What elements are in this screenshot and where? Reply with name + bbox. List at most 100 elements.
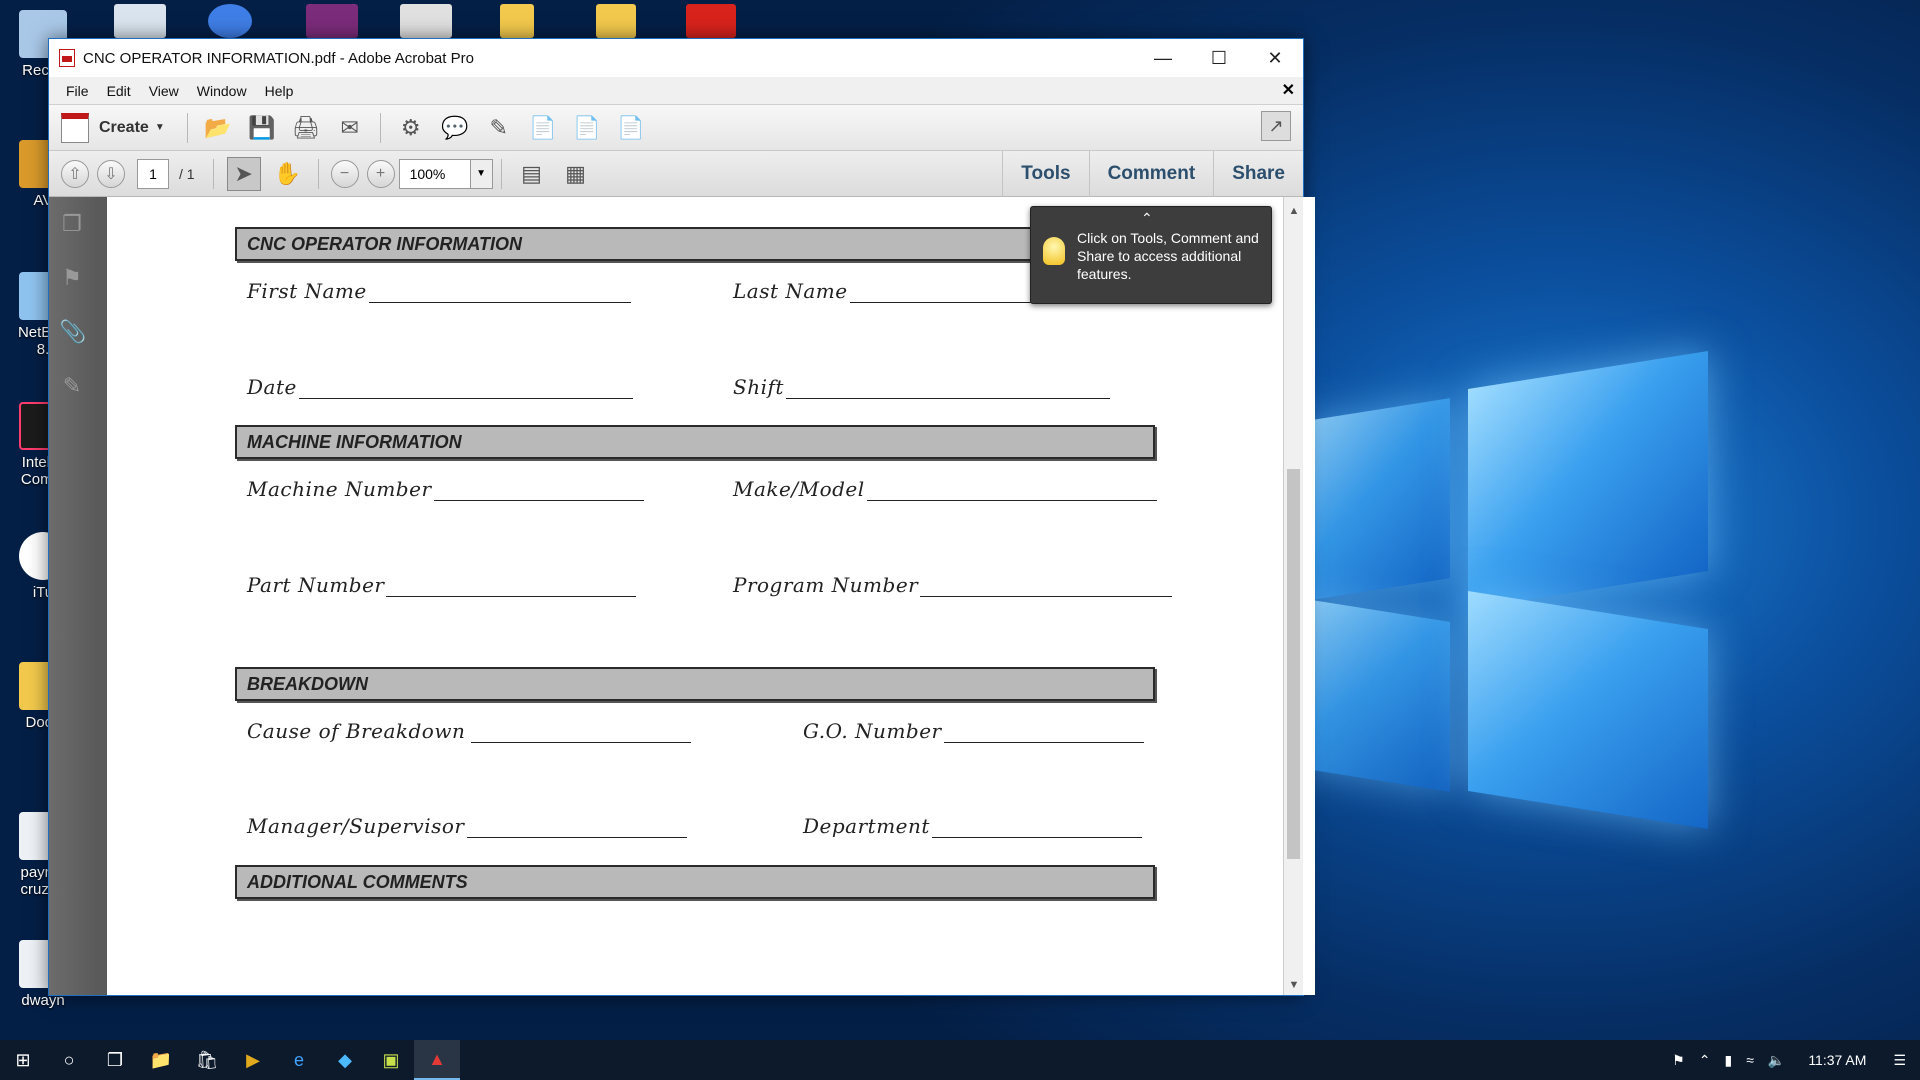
scrolling-mode-icon[interactable]: ▤	[515, 157, 549, 191]
tab-share[interactable]: Share	[1213, 151, 1303, 197]
zoom-in-icon[interactable]: +	[366, 159, 395, 188]
document-area: ❐ ⚑ 📎 ✎ CNC OPERATOR INFORMATION First N…	[49, 197, 1315, 995]
edge-browser-icon[interactable]: e	[276, 1040, 322, 1080]
vertical-scrollbar[interactable]: ▲ ▼	[1283, 197, 1303, 995]
section-header: ADDITIONAL COMMENTS	[235, 865, 1155, 899]
task-view-icon[interactable]: ❐	[92, 1040, 138, 1080]
app-diamond-icon[interactable]: ◆	[322, 1040, 368, 1080]
toolbar-separator	[212, 158, 214, 189]
fit-page-icon[interactable]: ▦	[559, 157, 593, 191]
menu-window[interactable]: Window	[188, 83, 256, 99]
previous-page-icon[interactable]: ⇧	[61, 159, 89, 188]
page-total: / 1	[179, 165, 195, 182]
page-thumbnails-icon[interactable]: ❐	[59, 211, 85, 237]
desktop-icon-top-1[interactable]	[114, 4, 166, 38]
scroll-down-arrow-icon[interactable]: ▼	[1284, 979, 1304, 991]
toolbar-separator	[186, 112, 188, 143]
media-player-icon[interactable]: ▶	[230, 1040, 276, 1080]
muse-app-icon[interactable]: ▣	[368, 1040, 414, 1080]
email-icon[interactable]: ✉	[333, 111, 367, 145]
field-part-number[interactable]: Part Number	[247, 573, 637, 597]
field-go-number[interactable]: G.O. Number	[803, 719, 1144, 743]
window-title: CNC OPERATOR INFORMATION.pdf - Adobe Acr…	[83, 49, 474, 67]
toolbar-separator	[379, 112, 381, 143]
start-windows-icon[interactable]: ⊞	[0, 1040, 46, 1080]
print-icon[interactable]: 🖨	[289, 111, 323, 145]
scroll-up-arrow-icon[interactable]: ▲	[1284, 205, 1304, 217]
hand-tool-icon[interactable]: ✋	[271, 157, 305, 191]
show-hidden-icons-chevron-icon[interactable]: ⌃	[1699, 1052, 1711, 1069]
fullscreen-expand-icon[interactable]: ↗	[1261, 111, 1291, 141]
acrobat-taskbar-icon[interactable]: ▲	[414, 1040, 460, 1080]
volume-icon[interactable]: 🔈	[1768, 1052, 1785, 1069]
tab-comment[interactable]: Comment	[1088, 151, 1214, 197]
sign-document-icon[interactable]: 📄	[526, 111, 560, 145]
desktop-icon-top-pdf[interactable]	[686, 4, 736, 38]
battery-icon[interactable]: ▮	[1724, 1052, 1732, 1069]
field-cause-of-breakdown[interactable]: Cause of Breakdown	[247, 719, 692, 743]
main-toolbar: Create ▼ 📂 💾 🖨 ✉ ⚙ 💬 ✎ 📄 📄 📄 ↗	[49, 105, 1303, 151]
field-machine-number[interactable]: Machine Number	[247, 477, 644, 501]
zoom-out-icon[interactable]: −	[330, 159, 359, 188]
export-document-icon[interactable]: 📄	[570, 111, 604, 145]
desktop-icon-top-5[interactable]	[500, 4, 534, 38]
system-tray: ⚑ ⌃ ▮ ≈ 🔈 11:37 AM ☰	[1665, 1040, 1920, 1080]
field-program-number[interactable]: Program Number	[733, 573, 1173, 597]
menu-file[interactable]: File	[57, 83, 98, 99]
toolbar-separator	[317, 158, 319, 189]
field-date[interactable]: Date	[247, 375, 633, 399]
action-center-icon[interactable]: ☰	[1893, 1052, 1906, 1069]
tray-app-icon[interactable]: ⚑	[1672, 1052, 1685, 1069]
attachments-paperclip-icon[interactable]: 📎	[59, 319, 86, 345]
field-make-model[interactable]: Make/Model	[733, 477, 1157, 501]
menu-edit[interactable]: Edit	[98, 83, 140, 99]
desktop-icon-top-2[interactable]	[208, 4, 252, 38]
scrollbar-thumb[interactable]	[1287, 469, 1300, 859]
search-cortana-icon[interactable]: ○	[46, 1040, 92, 1080]
desktop-icon-top-3[interactable]	[306, 4, 358, 38]
tooltip-text: Click on Tools, Comment and Share to acc…	[1077, 230, 1259, 282]
create-button[interactable]: Create ▼	[61, 112, 165, 143]
signatures-icon[interactable]: ✎	[59, 373, 85, 399]
title-bar[interactable]: CNC OPERATOR INFORMATION.pdf - Adobe Acr…	[49, 39, 1303, 77]
settings-gear-icon[interactable]: ⚙	[394, 111, 428, 145]
toolbar-separator	[500, 158, 502, 189]
clock-time[interactable]: 11:37 AM	[1808, 1052, 1866, 1068]
bookmarks-icon[interactable]: ⚑	[59, 265, 85, 291]
wifi-icon[interactable]: ≈	[1746, 1052, 1754, 1068]
zoom-dropdown-icon[interactable]: ▼	[470, 158, 493, 189]
select-cursor-icon[interactable]: ➤	[226, 156, 261, 191]
section-header: BREAKDOWN	[235, 667, 1155, 701]
field-manager-supervisor[interactable]: Manager/Supervisor	[247, 814, 687, 838]
navigation-toolbar: ⇧ ⇩ 1 / 1 ➤ ✋ − + 100% ▼ ▤ ▦ Tools Comme…	[49, 151, 1303, 197]
share-document-icon[interactable]: 📄	[614, 111, 648, 145]
desktop-icon-top-4[interactable]	[400, 4, 452, 38]
tab-tools[interactable]: Tools	[1002, 151, 1088, 197]
lightbulb-icon	[1043, 237, 1065, 265]
field-shift[interactable]: Shift	[733, 375, 1110, 399]
menu-view[interactable]: View	[140, 83, 188, 99]
close-button[interactable]: ✕	[1247, 39, 1303, 77]
highlight-edit-icon[interactable]: ✎	[482, 111, 516, 145]
open-folder-icon[interactable]: 📂	[201, 111, 235, 145]
section-header: MACHINE INFORMATION	[235, 425, 1155, 459]
file-explorer-icon[interactable]: 📁	[138, 1040, 184, 1080]
next-page-icon[interactable]: ⇩	[97, 159, 125, 188]
comment-bubble-icon[interactable]: 💬	[438, 111, 472, 145]
taskbar: ⊞ ○ ❐ 📁 🛍 ▶ e ◆ ▣ ▲ ⚑ ⌃ ▮ ≈ 🔈 11:37 AM ☰	[0, 1040, 1920, 1080]
field-department[interactable]: Department	[803, 814, 1142, 838]
page-number-input[interactable]: 1	[137, 158, 169, 189]
collapse-caret-icon[interactable]: ⌃	[1141, 209, 1153, 227]
save-icon[interactable]: 💾	[245, 111, 279, 145]
minimize-button[interactable]: —	[1135, 39, 1191, 77]
field-first-name[interactable]: First Name	[247, 279, 631, 303]
zoom-input[interactable]: 100%	[398, 158, 471, 189]
maximize-button[interactable]: ☐	[1191, 39, 1247, 77]
menu-help[interactable]: Help	[256, 83, 303, 99]
desktop-icon-top-6[interactable]	[596, 4, 636, 38]
pdf-file-icon	[59, 49, 75, 67]
feature-tip-popup[interactable]: ⌃ Click on Tools, Comment and Share to a…	[1030, 206, 1272, 304]
windows-logo-wallpaper	[1300, 340, 1710, 830]
store-icon[interactable]: 🛍	[184, 1040, 230, 1080]
close-document-icon[interactable]: ✕	[1282, 80, 1295, 100]
